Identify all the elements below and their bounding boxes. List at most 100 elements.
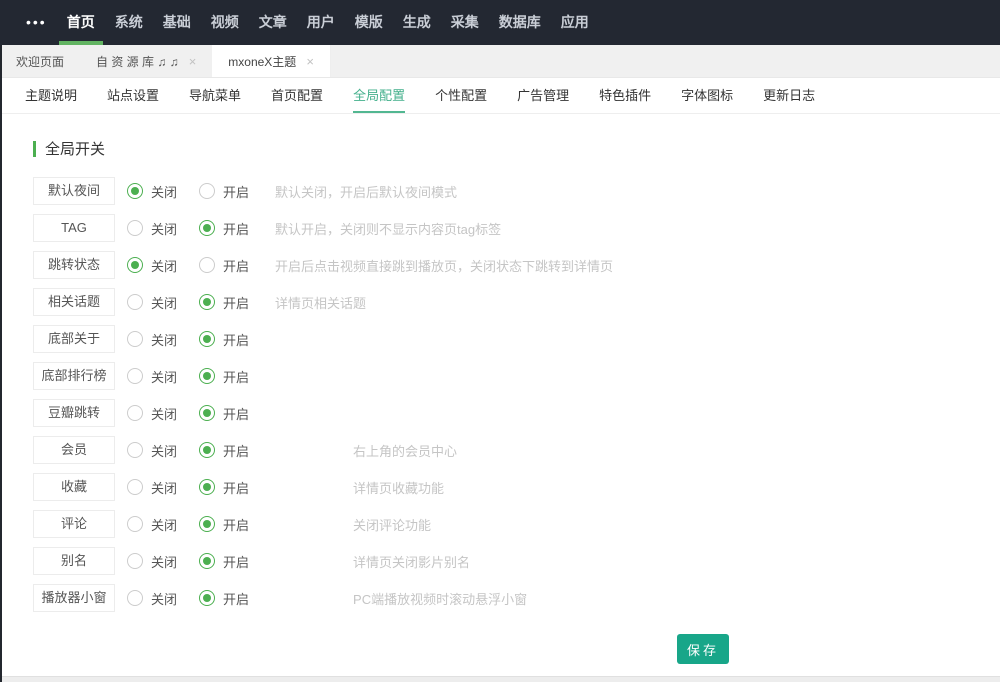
radio-off[interactable] bbox=[127, 294, 143, 310]
radio-off-label: 关闭 bbox=[151, 478, 177, 497]
tab-label: 自 资 源 库 ♫ ♫ bbox=[96, 53, 179, 70]
radio-off-label: 关闭 bbox=[151, 552, 177, 571]
radio-group: 关闭 开启 bbox=[127, 219, 249, 238]
setting-label-button[interactable]: TAG bbox=[33, 214, 115, 242]
setting-description: 开启后点击视频直接跳到播放页，关闭状态下跳转到详情页 bbox=[275, 256, 613, 275]
radio-group: 关闭 开启 bbox=[127, 552, 249, 571]
nav-item-template[interactable]: 模版 bbox=[355, 0, 383, 45]
close-icon[interactable]: × bbox=[306, 55, 314, 68]
setting-label-button[interactable]: 别名 bbox=[33, 547, 115, 575]
radio-on[interactable] bbox=[199, 220, 215, 236]
settings-rows: 默认夜间 关闭 开启 默认关闭，开启后默认夜间模式 TAG 关闭 开启 默认开启… bbox=[33, 177, 1000, 612]
nav-item-video[interactable]: 视频 bbox=[211, 0, 239, 45]
subnav-featured-plugins[interactable]: 特色插件 bbox=[599, 78, 651, 113]
nav-item-database[interactable]: 数据库 bbox=[499, 0, 541, 45]
radio-off[interactable] bbox=[127, 479, 143, 495]
setting-label-button[interactable]: 底部排行榜 bbox=[33, 362, 115, 390]
setting-label-button[interactable]: 底部关于 bbox=[33, 325, 115, 353]
setting-row-related-topics: 相关话题 关闭 开启 详情页相关话题 bbox=[33, 288, 1000, 316]
setting-label-button[interactable]: 豆瓣跳转 bbox=[33, 399, 115, 427]
setting-label-button[interactable]: 会员 bbox=[33, 436, 115, 464]
radio-on-label: 开启 bbox=[223, 182, 249, 201]
radio-on[interactable] bbox=[199, 405, 215, 421]
tab-welcome[interactable]: 欢迎页面 bbox=[0, 45, 80, 77]
radio-off-label: 关闭 bbox=[151, 182, 177, 201]
tab-mxonex-theme[interactable]: mxoneX主题 × bbox=[212, 45, 331, 77]
section-title: 全局开关 bbox=[33, 138, 1000, 159]
radio-group: 关闭 开启 bbox=[127, 441, 249, 460]
radio-group: 关闭 开启 bbox=[127, 367, 249, 386]
radio-group: 关闭 开启 bbox=[127, 182, 249, 201]
radio-off[interactable] bbox=[127, 553, 143, 569]
setting-label-button[interactable]: 评论 bbox=[33, 510, 115, 538]
radio-dot bbox=[203, 446, 211, 454]
radio-off[interactable] bbox=[127, 183, 143, 199]
radio-off[interactable] bbox=[127, 257, 143, 273]
subnav-home-config[interactable]: 首页配置 bbox=[271, 78, 323, 113]
radio-on-label: 开启 bbox=[223, 330, 249, 349]
radio-dot bbox=[203, 557, 211, 565]
radio-off[interactable] bbox=[127, 516, 143, 532]
radio-on-label: 开启 bbox=[223, 367, 249, 386]
radio-on[interactable] bbox=[199, 294, 215, 310]
radio-off[interactable] bbox=[127, 405, 143, 421]
radio-dot bbox=[203, 483, 211, 491]
nav-item-article[interactable]: 文章 bbox=[259, 0, 287, 45]
radio-on[interactable] bbox=[199, 590, 215, 606]
setting-row-footer-ranking: 底部排行榜 关闭 开启 bbox=[33, 362, 1000, 390]
radio-off[interactable] bbox=[127, 442, 143, 458]
nav-item-app[interactable]: 应用 bbox=[561, 0, 589, 45]
subnav-changelog[interactable]: 更新日志 bbox=[763, 78, 815, 113]
subnav-nav-menu[interactable]: 导航菜单 bbox=[189, 78, 241, 113]
subnav-personal-config[interactable]: 个性配置 bbox=[435, 78, 487, 113]
radio-on[interactable] bbox=[199, 257, 215, 273]
radio-on[interactable] bbox=[199, 183, 215, 199]
setting-row-night-mode: 默认夜间 关闭 开启 默认关闭，开启后默认夜间模式 bbox=[33, 177, 1000, 205]
radio-on[interactable] bbox=[199, 516, 215, 532]
radio-on[interactable] bbox=[199, 368, 215, 384]
save-button[interactable]: 保存 bbox=[677, 634, 729, 664]
radio-off[interactable] bbox=[127, 331, 143, 347]
radio-on[interactable] bbox=[199, 553, 215, 569]
radio-on-label: 开启 bbox=[223, 404, 249, 423]
close-icon[interactable]: × bbox=[189, 55, 197, 68]
tab-resource-library[interactable]: 自 资 源 库 ♫ ♫ × bbox=[80, 45, 212, 77]
radio-on[interactable] bbox=[199, 479, 215, 495]
radio-dot bbox=[203, 335, 211, 343]
setting-description: 默认开启，关闭则不显示内容页tag标签 bbox=[275, 219, 501, 238]
subnav-theme-notes[interactable]: 主题说明 bbox=[25, 78, 77, 113]
radio-on-label: 开启 bbox=[223, 589, 249, 608]
nav-item-collect[interactable]: 采集 bbox=[451, 0, 479, 45]
radio-dot bbox=[131, 187, 139, 195]
setting-row-jump-state: 跳转状态 关闭 开启 开启后点击视频直接跳到播放页，关闭状态下跳转到详情页 bbox=[33, 251, 1000, 279]
radio-off-label: 关闭 bbox=[151, 293, 177, 312]
setting-label-button[interactable]: 播放器小窗 bbox=[33, 584, 115, 612]
radio-off[interactable] bbox=[127, 368, 143, 384]
setting-description: 默认关闭，开启后默认夜间模式 bbox=[275, 182, 457, 201]
setting-label-button[interactable]: 默认夜间 bbox=[33, 177, 115, 205]
subnav-font-icons[interactable]: 字体图标 bbox=[681, 78, 733, 113]
radio-on[interactable] bbox=[199, 331, 215, 347]
nav-item-home[interactable]: 首页 bbox=[67, 0, 95, 45]
radio-on[interactable] bbox=[199, 442, 215, 458]
radio-group: 关闭 开启 bbox=[127, 256, 249, 275]
setting-row-footer-about: 底部关于 关闭 开启 bbox=[33, 325, 1000, 353]
subnav-ad-management[interactable]: 广告管理 bbox=[517, 78, 569, 113]
radio-off[interactable] bbox=[127, 590, 143, 606]
radio-group: 关闭 开启 bbox=[127, 589, 249, 608]
nav-item-user[interactable]: 用户 bbox=[307, 0, 335, 45]
radio-dot bbox=[203, 372, 211, 380]
subnav-site-settings[interactable]: 站点设置 bbox=[107, 78, 159, 113]
more-menu-icon[interactable]: ••• bbox=[26, 0, 47, 45]
setting-label-button[interactable]: 收藏 bbox=[33, 473, 115, 501]
subnav-global-config[interactable]: 全局配置 bbox=[353, 78, 405, 113]
setting-label-button[interactable]: 相关话题 bbox=[33, 288, 115, 316]
setting-row-tag: TAG 关闭 开启 默认开启，关闭则不显示内容页tag标签 bbox=[33, 214, 1000, 242]
nav-item-system[interactable]: 系统 bbox=[115, 0, 143, 45]
radio-on-label: 开启 bbox=[223, 441, 249, 460]
setting-row-member: 会员 关闭 开启 右上角的会员中心 bbox=[33, 436, 1000, 464]
setting-label-button[interactable]: 跳转状态 bbox=[33, 251, 115, 279]
nav-item-basic[interactable]: 基础 bbox=[163, 0, 191, 45]
radio-off[interactable] bbox=[127, 220, 143, 236]
nav-item-generate[interactable]: 生成 bbox=[403, 0, 431, 45]
